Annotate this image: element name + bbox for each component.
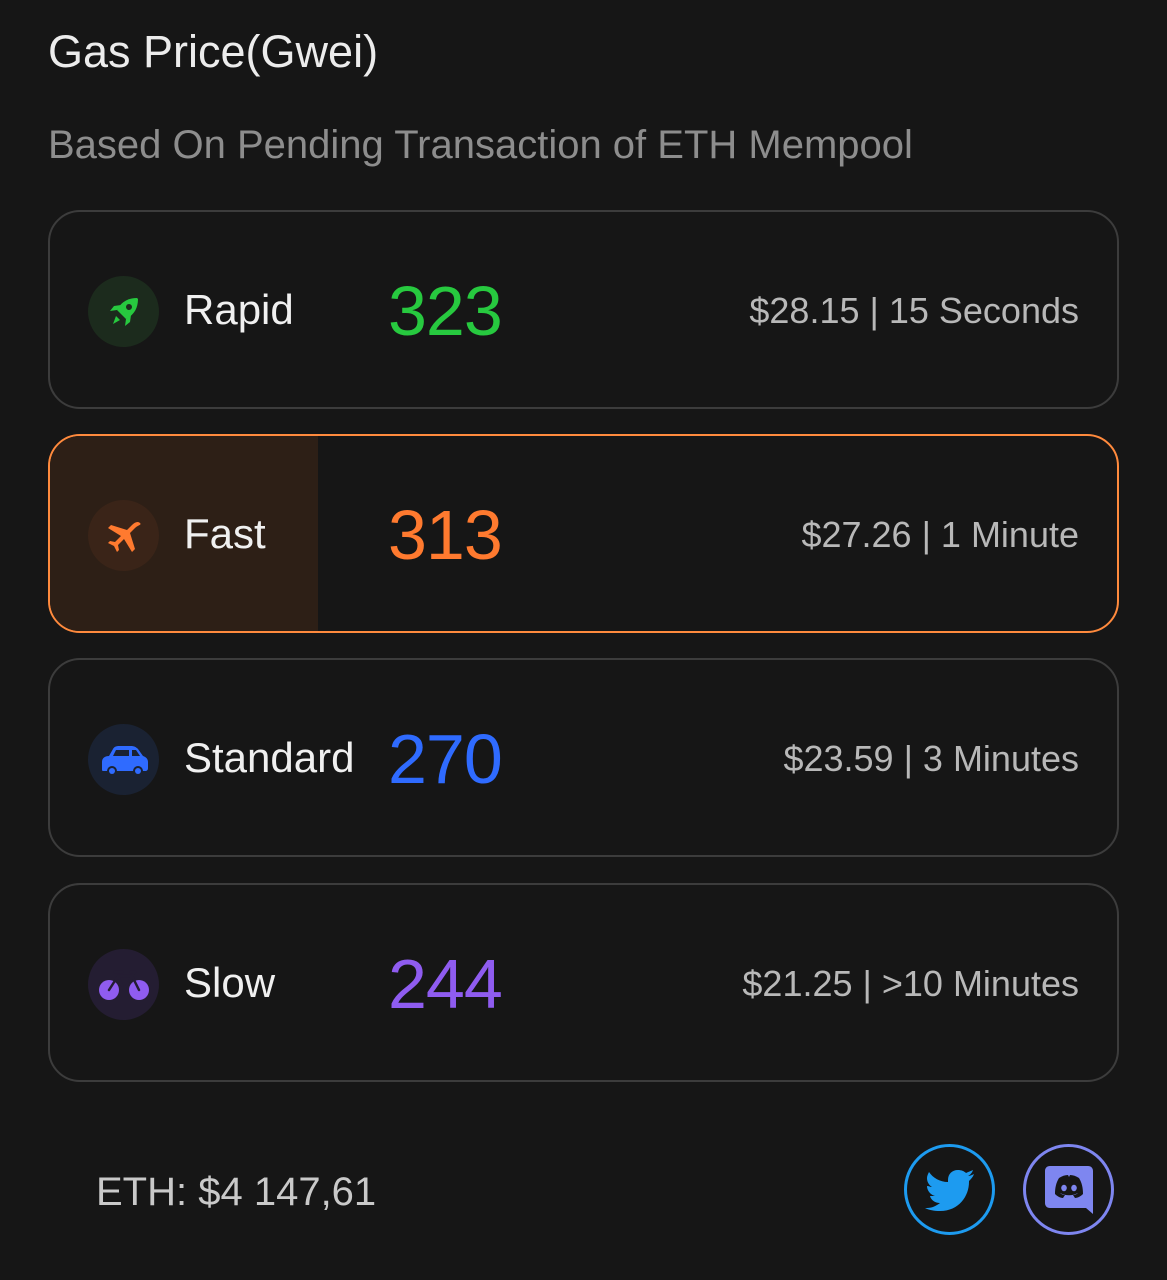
twitter-icon xyxy=(924,1169,974,1211)
car-icon xyxy=(101,745,148,776)
discord-button[interactable] xyxy=(1023,1144,1114,1235)
rocket-icon xyxy=(109,297,138,326)
tier-label: Slow xyxy=(184,959,276,1006)
tier-label: Fast xyxy=(184,510,266,557)
airplane-icon xyxy=(107,521,141,552)
tier-label: Rapid xyxy=(184,286,294,333)
bicycle-icon xyxy=(98,970,149,1000)
tier-cost-time: $21.25 | >10 Minutes xyxy=(742,963,1079,1004)
tier-gwei-value: 313 xyxy=(388,496,503,574)
slow-icon-badge xyxy=(88,949,159,1020)
tier-gwei-value: 244 xyxy=(388,945,503,1023)
tier-cost-time: $27.26 | 1 Minute xyxy=(801,514,1079,555)
tier-card-rapid[interactable]: Rapid 323 $28.15 | 15 Seconds xyxy=(48,210,1119,409)
discord-icon xyxy=(1044,1165,1093,1214)
tier-card-slow[interactable]: Slow 244 $21.25 | >10 Minutes xyxy=(48,883,1119,1082)
tier-card-standard[interactable]: Standard 270 $23.59 | 3 Minutes xyxy=(48,658,1119,857)
tier-gwei-value: 270 xyxy=(388,720,503,798)
page-subtitle: Based On Pending Transaction of ETH Memp… xyxy=(48,123,913,167)
page-title: Gas Price(Gwei) xyxy=(48,26,379,77)
tier-card-fast[interactable]: Fast 313 $27.26 | 1 Minute xyxy=(48,434,1119,633)
eth-price: ETH: $4 147,61 xyxy=(96,1170,377,1214)
rapid-icon-badge xyxy=(88,276,159,347)
tier-label: Standard xyxy=(184,734,355,781)
tier-gwei-value: 323 xyxy=(388,272,503,350)
fast-icon-badge xyxy=(88,500,159,571)
tier-cost-time: $28.15 | 15 Seconds xyxy=(749,290,1079,331)
tier-cost-time: $23.59 | 3 Minutes xyxy=(783,738,1079,779)
twitter-button[interactable] xyxy=(904,1144,995,1235)
standard-icon-badge xyxy=(88,724,159,795)
footer-bar: ETH: $4 147,61 xyxy=(48,1130,1119,1250)
